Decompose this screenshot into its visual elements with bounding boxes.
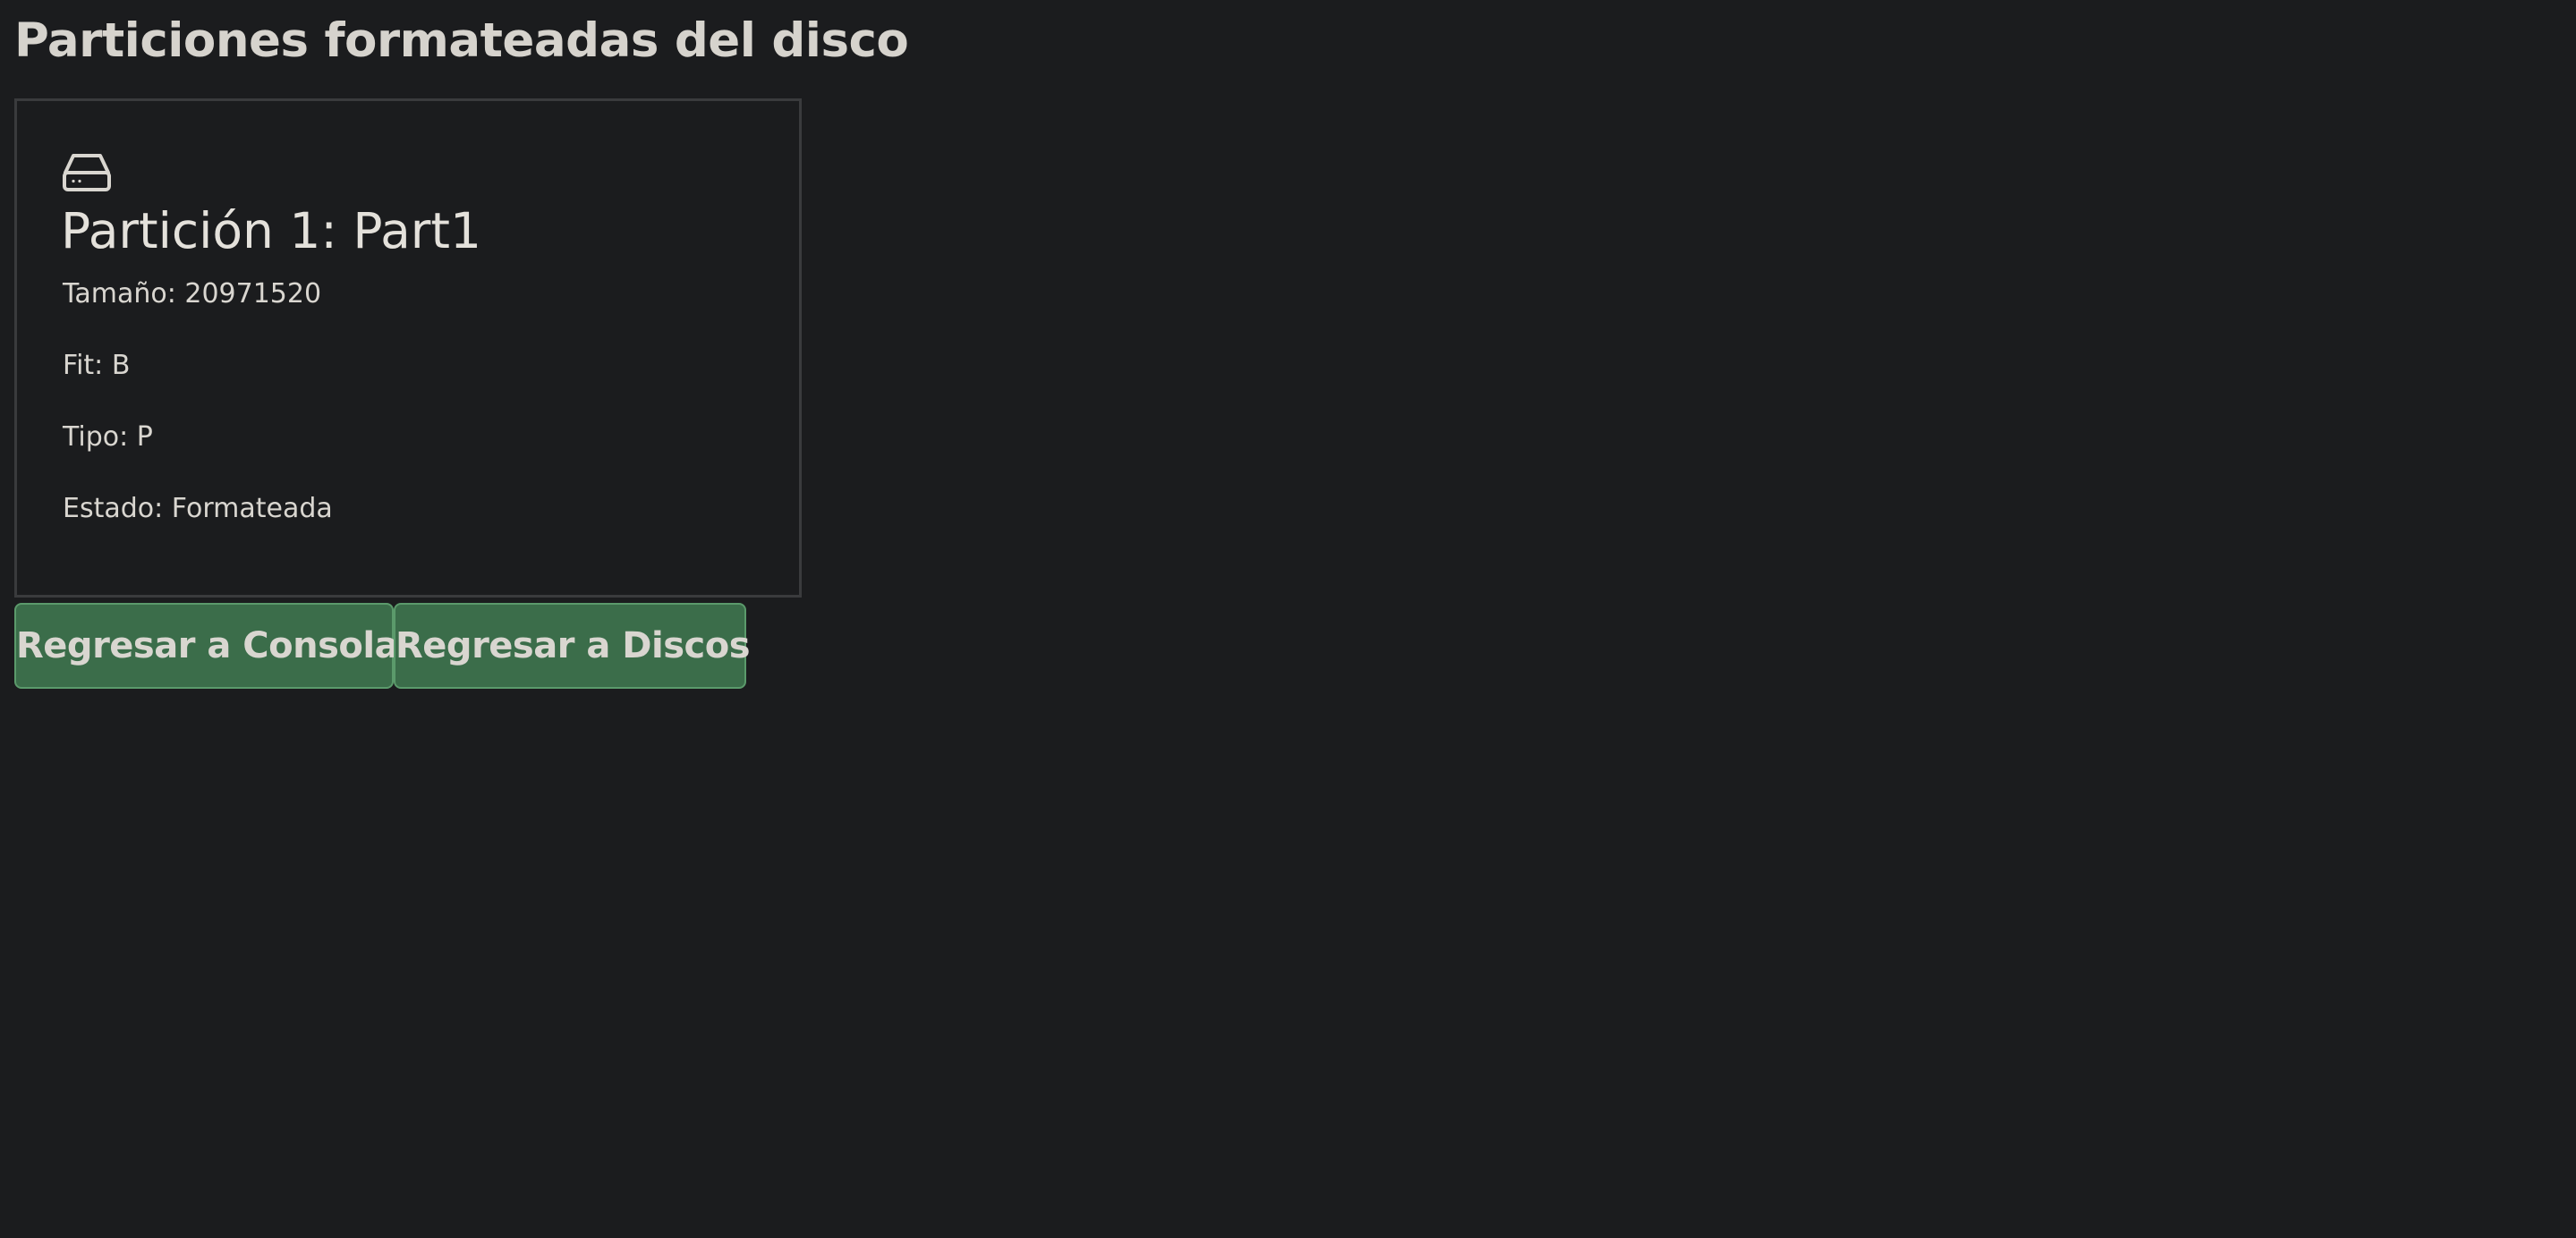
- page: Particiones formateadas del disco Partic…: [0, 0, 2576, 1238]
- partition-size: Tamaño: 20971520: [63, 278, 322, 310]
- partition-status: Estado: Formateada: [63, 493, 333, 524]
- page-title: Particiones formateadas del disco: [14, 13, 909, 68]
- partition-card: Partición 1: Part1 Tamaño: 20971520 Fit:…: [14, 98, 802, 598]
- partition-fit: Fit: B: [63, 350, 131, 381]
- back-to-disks-button[interactable]: Regresar a Discos: [394, 603, 751, 689]
- partition-title: Partición 1: Part1: [61, 202, 481, 259]
- back-to-console-button[interactable]: Regresar a Consola: [14, 603, 399, 689]
- partition-type: Tipo: P: [63, 421, 153, 453]
- hard-drive-icon: [62, 151, 112, 192]
